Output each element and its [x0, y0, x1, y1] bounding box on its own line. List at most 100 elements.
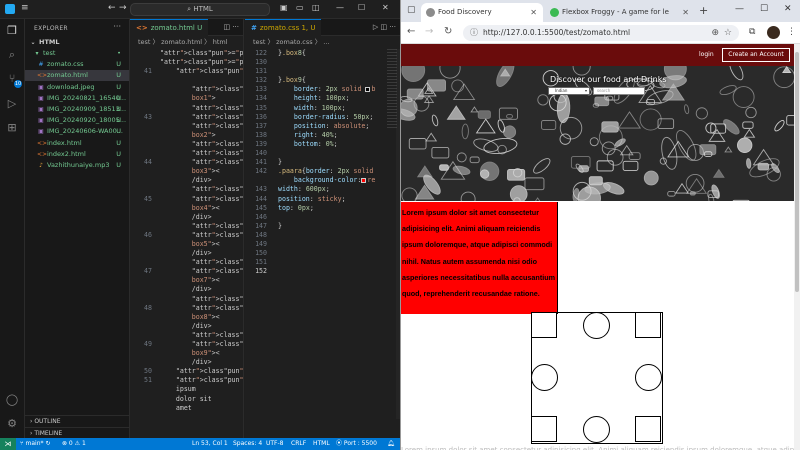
login-link[interactable]: login [699, 51, 714, 58]
outline-section[interactable]: › OUTLINE [25, 415, 129, 427]
code-line[interactable]: "attr">class"pun">="pun"></"attr">class"… [130, 140, 243, 149]
code-line[interactable]: 136 border-radius: 50px; [245, 113, 400, 122]
code-line[interactable]: 152 [245, 267, 400, 276]
code-line[interactable]: 141} [245, 158, 400, 167]
code-line[interactable]: box9">< [130, 349, 243, 358]
code-line[interactable]: "attr">class"pun">="pun"><"attr">class"p… [130, 58, 243, 67]
close-icon[interactable]: ✕ [382, 3, 389, 12]
tab-zomato-css[interactable]: # zomato.css 1, U [245, 19, 322, 36]
code-line[interactable]: 131 [245, 67, 400, 76]
site-info-icon[interactable]: ⓘ [470, 25, 478, 41]
code-line[interactable]: /div> [130, 285, 243, 294]
code-line[interactable]: 140 [245, 149, 400, 158]
code-line[interactable]: /div> [130, 249, 243, 258]
code-line[interactable]: 142 .paara{border: 2px solid [245, 167, 400, 176]
code-line[interactable]: amet [130, 404, 243, 413]
code-line[interactable]: /div> [130, 213, 243, 222]
code-line[interactable]: background-color: re [245, 176, 400, 185]
file-tree-item[interactable]: ▣ IMG_20240909_18513... U [25, 104, 129, 115]
tab-close-icon[interactable]: ✕ [530, 3, 537, 22]
code-line[interactable]: box4">< [130, 204, 243, 213]
food-search-input[interactable]: search [593, 87, 645, 95]
code-line[interactable]: "attr">class"pun">="pun"><"attr">class"p… [130, 185, 243, 194]
code-area-css[interactable]: 122}.box8{130 131 132}.box9{133 border: 2p… [245, 49, 400, 276]
page-scrollbar[interactable] [794, 44, 800, 450]
code-line[interactable]: 50 "attr">class"pun">="pun"></"attr">cla… [130, 367, 243, 376]
browser-tab-flexbox-froggy[interactable]: Flexbox Froggy - A game for le ✕ [545, 3, 695, 22]
line-ending[interactable]: CRLF [291, 438, 306, 450]
code-line[interactable]: 46 "attr">class"pun">=" [130, 231, 243, 240]
branch-indicator[interactable]: ⑂ main* ↻ [20, 438, 50, 450]
code-line[interactable]: 144 position: sticky; [245, 195, 400, 204]
code-line[interactable]: box7">< [130, 276, 243, 285]
code-line[interactable]: 41 "attr">class"pun">="pun"><"attr">clas… [130, 67, 243, 76]
extensions-icon[interactable]: ⊞ [5, 121, 19, 135]
code-line[interactable]: 135 width: 100px; [245, 104, 400, 113]
code-line[interactable]: 151 [245, 258, 400, 267]
tab-zomato-html[interactable]: <> zomato.html U [130, 19, 209, 36]
code-line[interactable]: "attr">class"pun">="pun"><"attr">class"p… [130, 258, 243, 267]
code-line[interactable]: 149 [245, 240, 400, 249]
address-bar[interactable]: ⓘ http://127.0.0.1:5500/test/zomato.html… [463, 25, 739, 41]
code-line[interactable]: /div> [130, 322, 243, 331]
file-tree-item[interactable]: ♪ Vazhithunaiye.mp3 U [25, 160, 129, 171]
source-control-icon[interactable]: ⑂ 10 [5, 72, 22, 88]
profile-avatar[interactable] [767, 26, 780, 39]
split-editor-icon[interactable]: ◫ ··· [223, 23, 239, 31]
code-line[interactable]: 150 [245, 249, 400, 258]
notifications-bell-icon[interactable]: 🔔︎ [387, 438, 395, 450]
file-tree-item[interactable]: ▾ test • [25, 48, 129, 59]
problems-indicator[interactable]: ⊗ 0 ⚠ 1 [62, 438, 86, 450]
reload-icon[interactable]: ↻ [444, 26, 452, 37]
file-tree-item[interactable]: ▣ IMG_20240606-WA00... U [25, 126, 129, 137]
code-line[interactable]: box2"> [130, 131, 243, 140]
code-line[interactable]: 143 width: 600px; [245, 185, 400, 194]
code-line[interactable]: "attr">class"pun">=" [130, 85, 243, 94]
create-account-button[interactable]: Create an Account [722, 48, 790, 62]
code-line[interactable]: 43 "attr">class"pun">="pun"><"attr">clas… [130, 113, 243, 122]
file-tree-item[interactable]: # zomato.css U [25, 59, 129, 70]
page-scrollbar-thumb[interactable] [795, 52, 799, 292]
code-line[interactable]: /div> [130, 176, 243, 185]
code-line[interactable]: "attr">class"pun">="pun"><"attr">class"p… [130, 49, 243, 58]
cuisine-select[interactable]: Indian ▾ [548, 87, 590, 95]
maximize-icon[interactable]: ☐ [358, 3, 365, 12]
tab-actions-icon[interactable]: ▢ [407, 5, 416, 15]
remote-icon[interactable]: ⋊ [0, 438, 16, 450]
code-line[interactable]: 132}.box9{ [245, 76, 400, 85]
back-arrow-icon[interactable]: ← [108, 3, 116, 13]
close-icon[interactable]: ✕ [784, 4, 792, 14]
code-line[interactable]: 145 top: 0px; [245, 204, 400, 213]
code-line[interactable]: /div> [130, 358, 243, 367]
minimize-icon[interactable]: — [336, 3, 344, 12]
code-line[interactable]: 49 "attr">class"pun">=" [130, 340, 243, 349]
code-line[interactable]: 148 [245, 231, 400, 240]
code-line[interactable]: 51 "attr">class"pun">="pun"><"attr">clas… [130, 376, 243, 385]
live-server-port[interactable]: ⦿ Port : 5500 [336, 438, 377, 450]
editor-actions-icon[interactable]: ▷ ◫ ··· [373, 23, 396, 31]
code-line[interactable]: 134 height: 100px; [245, 94, 400, 103]
code-line[interactable]: "attr">class"pun">=" [130, 122, 243, 131]
extensions-puzzle-icon[interactable]: ⧉ [749, 27, 755, 37]
minimize-icon[interactable]: — [735, 4, 744, 14]
file-tree-item[interactable]: ▣ download.jpeg U [25, 82, 129, 93]
maximize-icon[interactable]: ☐ [760, 4, 768, 14]
code-line[interactable]: box5">< [130, 240, 243, 249]
file-tree-item[interactable]: ▣ IMG_20240920_18005... U [25, 115, 129, 126]
editor-group-html[interactable]: <> zomato.html U ◫ ··· test 〉 zomato.html… [130, 19, 244, 438]
file-tree-item[interactable]: <>index2.html U [25, 149, 129, 160]
code-line[interactable]: 45 "attr">class"pun">=" [130, 195, 243, 204]
code-line[interactable]: 133 border: 2px solid b [245, 85, 400, 94]
settings-gear-icon[interactable]: ⚙ [5, 417, 19, 431]
color-swatch-icon[interactable] [361, 177, 367, 183]
bookmark-star-icon[interactable]: ☆ [724, 25, 732, 41]
run-debug-icon[interactable]: ▷ [5, 97, 19, 111]
encoding[interactable]: UTF-8 [266, 438, 284, 450]
code-line[interactable]: box8">< [130, 313, 243, 322]
code-line[interactable]: 146 [245, 213, 400, 222]
layout-icon[interactable]: ▣ [280, 3, 288, 12]
code-line[interactable]: "attr">class"pun">="pun"></"attr">class"… [130, 104, 243, 113]
panel-toggle-icon[interactable]: ▭ [296, 3, 304, 12]
file-tree-item[interactable]: <>index.html U [25, 138, 129, 149]
split-icon[interactable]: ◫ [312, 3, 320, 12]
